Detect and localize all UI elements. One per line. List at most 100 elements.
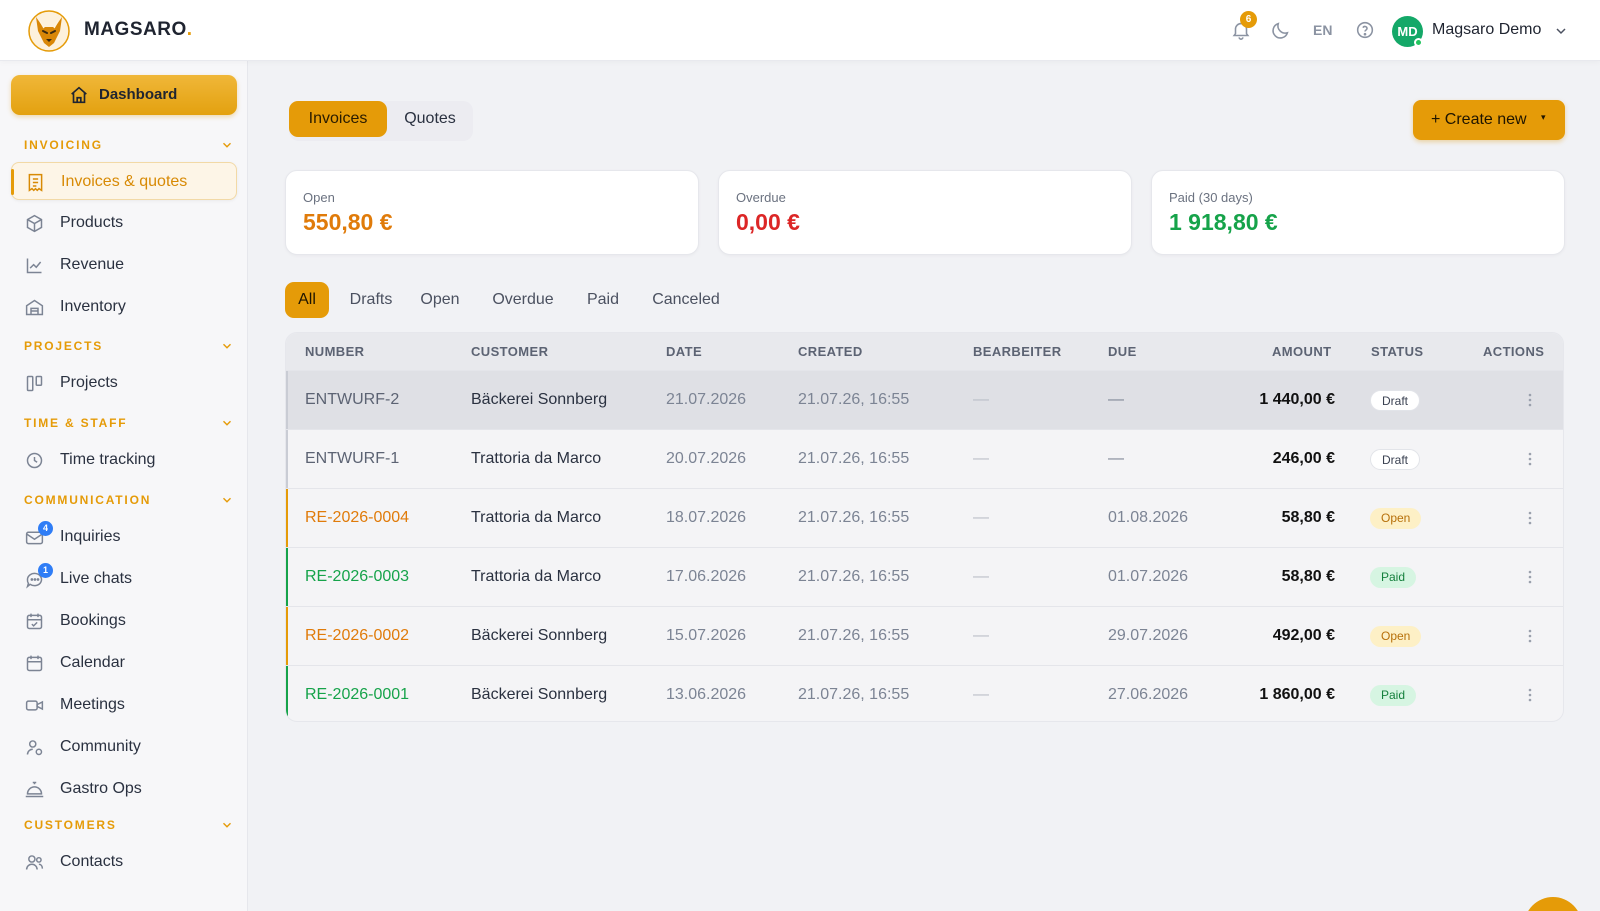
section-customers[interactable]: CUSTOMERS <box>24 816 234 834</box>
table-row[interactable]: RE-2026-0002 Bäckerei Sonnberg 15.07.2026 2… <box>286 606 1563 665</box>
invoice-date: 18.07.2026 <box>666 509 747 526</box>
column-header-created[interactable]: CREATED <box>798 344 863 359</box>
customer-name: Trattoria da Marco <box>471 568 602 585</box>
bearbeiter: — <box>973 568 989 585</box>
section-communication[interactable]: COMMUNICATION <box>24 491 234 509</box>
table-row[interactable]: ENTWURF-2 Bäckerei Sonnberg 21.07.2026 21.0… <box>286 370 1563 429</box>
more-vertical-icon[interactable] <box>1522 686 1538 704</box>
more-vertical-icon[interactable] <box>1522 568 1538 586</box>
column-header-due[interactable]: DUE <box>1108 344 1137 359</box>
sidebar-item-products[interactable]: Products <box>11 204 237 242</box>
invoice-icon <box>25 172 46 193</box>
amount: 58,80 € <box>1281 568 1335 585</box>
status-badge: Paid <box>1370 567 1417 588</box>
amount: 58,80 € <box>1281 509 1335 526</box>
customer-name: Trattoria da Marco <box>471 450 602 467</box>
chevron-down-icon[interactable] <box>1553 23 1569 39</box>
dashboard-label: Dashboard <box>99 86 178 103</box>
top-bar: MAGSARO. 6 EN MD Magsaro Demo <box>0 0 1600 61</box>
more-vertical-icon[interactable] <box>1522 391 1538 409</box>
filter-overdue[interactable]: Overdue <box>488 282 558 318</box>
invoice-date: 21.07.2026 <box>666 391 747 408</box>
summary-value: 0,00 € <box>736 209 800 235</box>
column-header-number[interactable]: NUMBER <box>305 344 364 359</box>
sidebar-item-contacts[interactable]: Contacts <box>11 843 237 881</box>
more-vertical-icon[interactable] <box>1522 509 1538 527</box>
moon-icon[interactable] <box>1270 19 1292 41</box>
sidebar-item-label: Projects <box>60 374 118 391</box>
document-type-tabs: Invoices Quotes <box>289 101 473 141</box>
invoice-number[interactable]: RE-2026-0003 <box>305 568 409 586</box>
more-vertical-icon[interactable] <box>1522 450 1538 468</box>
user-name[interactable]: Magsaro Demo <box>1432 21 1541 39</box>
sidebar-item-label: Gastro Ops <box>60 780 142 797</box>
filter-open[interactable]: Open <box>416 282 464 318</box>
due-date: 29.07.2026 <box>1108 627 1189 644</box>
invoice-number[interactable]: ENTWURF-2 <box>305 391 399 409</box>
create-new-label: + Create new <box>1431 111 1527 128</box>
invoice-date: 17.06.2026 <box>666 568 747 585</box>
customer-name: Bäckerei Sonnberg <box>471 686 608 703</box>
invoice-number[interactable]: RE-2026-0002 <box>305 627 409 645</box>
create-new-button[interactable]: + Create new ▾ <box>1413 100 1565 140</box>
tab-invoices[interactable]: Invoices <box>289 101 387 137</box>
sidebar-item-time-tracking[interactable]: Time tracking <box>11 441 237 479</box>
filter-all[interactable]: All <box>285 282 329 318</box>
calendar-check-icon <box>24 611 45 632</box>
amount: 246,00 € <box>1272 450 1335 467</box>
column-header-customer[interactable]: CUSTOMER <box>471 344 548 359</box>
section-projects[interactable]: PROJECTS <box>24 337 234 355</box>
column-header-amount[interactable]: AMOUNT <box>1272 344 1331 359</box>
sidebar-item-calendar[interactable]: Calendar <box>11 644 237 682</box>
table-row[interactable]: ENTWURF-1 Trattoria da Marco 20.07.2026 21.… <box>286 429 1563 488</box>
row-status-bar <box>286 371 288 429</box>
column-header-bearbeiter[interactable]: BEARBEITER <box>973 344 1062 359</box>
live-chats-count-badge: 1 <box>38 563 53 578</box>
invoice-number[interactable]: ENTWURF-1 <box>305 450 399 468</box>
created-at: 21.07.26, 16:55 <box>798 509 910 526</box>
row-status-bar <box>286 607 288 665</box>
bearbeiter: — <box>973 686 989 703</box>
invoice-date: 20.07.2026 <box>666 450 747 467</box>
section-invoicing[interactable]: INVOICING <box>24 136 234 154</box>
column-header-date[interactable]: DATE <box>666 344 702 359</box>
filter-canceled[interactable]: Canceled <box>647 282 725 318</box>
section-time-staff[interactable]: TIME & STAFF <box>24 414 234 432</box>
sidebar-item-revenue[interactable]: Revenue <box>11 246 237 284</box>
status-badge: Paid <box>1370 685 1417 706</box>
filter-drafts[interactable]: Drafts <box>343 282 399 318</box>
language-switch[interactable]: EN <box>1313 22 1332 38</box>
amount: 1 860,00 € <box>1259 686 1335 703</box>
sidebar-item-projects[interactable]: Projects <box>11 364 237 402</box>
brand-name[interactable]: MAGSARO. <box>84 19 193 41</box>
sidebar-item-gastro-ops[interactable]: Gastro Ops <box>11 770 237 808</box>
invoice-date: 13.06.2026 <box>666 686 747 703</box>
sidebar-item-inventory[interactable]: Inventory <box>11 288 237 326</box>
bearbeiter: — <box>973 627 989 644</box>
invoice-number[interactable]: RE-2026-0001 <box>305 686 409 704</box>
table-row[interactable]: RE-2026-0003 Trattoria da Marco 17.06.2026… <box>286 547 1563 606</box>
sidebar-item-live-chats[interactable]: 1 Live chats <box>11 560 237 598</box>
filter-paid[interactable]: Paid <box>583 282 623 318</box>
sidebar-item-label: Contacts <box>60 853 124 870</box>
invoice-number[interactable]: RE-2026-0004 <box>305 509 409 527</box>
more-vertical-icon[interactable] <box>1522 627 1538 645</box>
wolf-logo-icon[interactable] <box>27 9 71 53</box>
summary-label: Overdue <box>736 190 786 205</box>
sidebar-item-invoices-quotes[interactable]: Invoices & quotes <box>11 162 237 200</box>
table-row[interactable]: RE-2026-0004 Trattoria da Marco 18.07.2026… <box>286 488 1563 547</box>
help-icon[interactable] <box>1354 19 1376 41</box>
sidebar-item-meetings[interactable]: Meetings <box>11 686 237 724</box>
online-status-dot <box>1414 38 1423 47</box>
table-row[interactable]: RE-2026-0001 Bäckerei Sonnberg 13.06.2026 2… <box>286 665 1563 721</box>
section-title: COMMUNICATION <box>24 493 152 507</box>
due-date: 01.08.2026 <box>1108 509 1189 526</box>
chevron-down-icon <box>220 493 234 507</box>
column-header-status[interactable]: STATUS <box>1371 344 1423 359</box>
dashboard-button[interactable]: Dashboard <box>11 75 237 115</box>
tab-quotes[interactable]: Quotes <box>387 101 473 137</box>
floating-action-button[interactable] <box>1524 897 1582 911</box>
sidebar-item-bookings[interactable]: Bookings <box>11 602 237 640</box>
sidebar-item-inquiries[interactable]: 4 Inquiries <box>11 518 237 556</box>
sidebar-item-community[interactable]: Community <box>11 728 237 766</box>
